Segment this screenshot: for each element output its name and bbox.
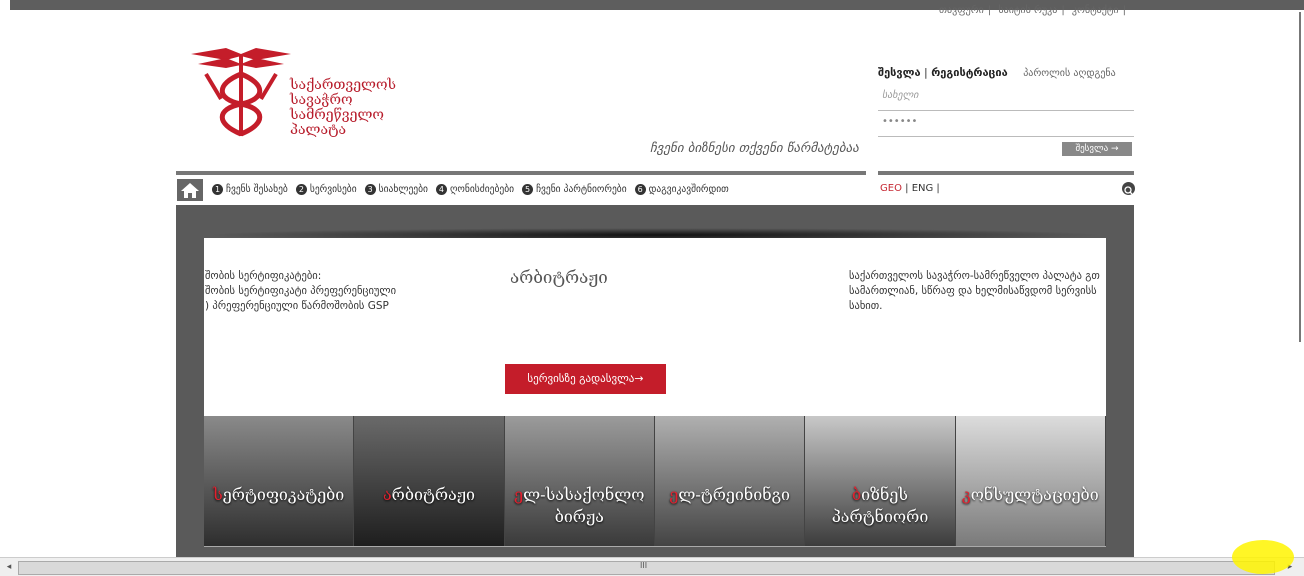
tile-label: ელ-სასაქონლო ბირჟა bbox=[514, 485, 645, 526]
logo-line-4: პალატა bbox=[290, 122, 347, 138]
vertical-scrollbar[interactable] bbox=[1299, 12, 1301, 342]
tile-business-partner[interactable]: ბიზნეს პარტნიორი bbox=[805, 416, 956, 546]
login-links: შესვლა | რეგისტრაცია პაროლის აღდგენა bbox=[878, 66, 1116, 79]
go-to-service-button[interactable]: სერვისზე გადასვლა→ bbox=[505, 364, 666, 394]
tile-label: ბიზნეს პარტნიორი bbox=[831, 485, 929, 526]
cursor-highlight bbox=[1232, 540, 1294, 574]
nav-label: სერვისები bbox=[309, 184, 357, 195]
tiles-divider bbox=[204, 546, 1106, 547]
nav-item-news[interactable]: 3 სიახლეები bbox=[364, 184, 428, 195]
slogan: ჩვენი ბიზნესი თქვენი წარმატებაა bbox=[650, 141, 859, 156]
nav-number-badge: 5 bbox=[522, 184, 534, 195]
tile-label: არბიტრაჟი bbox=[383, 485, 475, 504]
nav-number-badge: 2 bbox=[295, 184, 307, 195]
top-links: თავფური | საიტის რუკა | კონტაქტი | bbox=[935, 5, 1126, 16]
logo-text[interactable]: საქართველოს სავაჭრო სამრეწველო პალატა bbox=[290, 78, 396, 138]
slide-title: არბიტრაჟი bbox=[510, 268, 608, 288]
nav-item-events[interactable]: 4 ღონისძიებები bbox=[435, 184, 515, 195]
logo-line-3: სამრეწველო bbox=[290, 107, 384, 123]
header-divider-left bbox=[176, 171, 866, 175]
password-value: •••••• bbox=[882, 116, 918, 127]
tile-consultations[interactable]: კონსულტაციები bbox=[955, 416, 1106, 546]
home-icon bbox=[181, 183, 199, 198]
horizontal-scrollbar[interactable]: ◂ III ▸ bbox=[0, 557, 1304, 576]
nav-number-badge: 1 bbox=[212, 184, 223, 195]
top-link-sitemap[interactable]: საიტის რუკა bbox=[994, 5, 1061, 16]
nav-number-badge: 6 bbox=[634, 184, 646, 195]
search-icon[interactable] bbox=[1122, 182, 1135, 195]
top-link-home[interactable]: თავფური bbox=[935, 5, 988, 16]
username-field[interactable]: სახელი bbox=[878, 90, 1134, 111]
register-link[interactable]: რეგისტრაცია bbox=[931, 66, 1007, 79]
lang-eng[interactable]: ENG bbox=[912, 183, 934, 194]
main-nav: 1 ჩვენს შესახებ 2 სერვისები 3 სიახლეები 4 ღო… bbox=[212, 184, 734, 195]
slide-left-line: შობის სერტიფიკატები: bbox=[205, 270, 322, 282]
nav-label: ღონისძიებები bbox=[449, 184, 515, 195]
slide-left-line: შობის სერტიფიკატი პრეფერენციული bbox=[205, 285, 397, 297]
nav-item-about[interactable]: 1 ჩვენს შესახებ bbox=[212, 184, 288, 195]
home-button[interactable] bbox=[177, 179, 203, 201]
logo-emblem[interactable] bbox=[186, 44, 296, 144]
service-tiles: სერტიფიკატები არბიტრაჟი ელ-სასაქონლო ბირჟ… bbox=[204, 416, 1106, 546]
tile-label: ელ-ტრეინინგი bbox=[669, 485, 790, 504]
nav-label: ჩვენი პარტნიორები bbox=[536, 184, 627, 195]
logo-line-1: საქართველოს bbox=[290, 77, 397, 93]
nav-label: ჩვენს შესახებ bbox=[226, 184, 288, 195]
password-recover-link[interactable]: პაროლის აღდგენა bbox=[1023, 68, 1116, 79]
language-switcher: GEO | ENG | bbox=[880, 183, 940, 194]
nav-item-services[interactable]: 2 სერვისები bbox=[295, 184, 357, 195]
lang-geo[interactable]: GEO bbox=[880, 183, 902, 194]
header-divider-right bbox=[878, 171, 1134, 175]
login-link[interactable]: შესვლა bbox=[878, 66, 921, 79]
nav-number-badge: 3 bbox=[364, 184, 376, 195]
nav-item-partners[interactable]: 5 ჩვენი პარტნიორები bbox=[522, 184, 627, 195]
slide-left-text: შობის სერტიფიკატები: შობის სერტიფიკატი პ… bbox=[205, 269, 396, 314]
scrollbar-grip: III bbox=[640, 561, 648, 570]
tile-e-training[interactable]: ელ-ტრეინინგი bbox=[654, 416, 806, 546]
nav-label: დაგვიკავშირდით bbox=[648, 184, 729, 195]
scroll-left-arrow-icon[interactable]: ◂ bbox=[3, 561, 15, 573]
nav-number-badge: 4 bbox=[435, 184, 447, 195]
tile-certificates[interactable]: სერტიფიკატები bbox=[204, 416, 355, 546]
nav-label: სიახლეები bbox=[378, 184, 428, 195]
nav-item-contact[interactable]: 6 დაგვიკავშირდით bbox=[634, 184, 729, 195]
password-field[interactable]: •••••• bbox=[878, 116, 1134, 137]
slide-description: საქართველოს სავაჭრო-სამრეწველო პალატა გთ… bbox=[849, 270, 1100, 312]
tile-label: სერტიფიკატები bbox=[213, 485, 345, 504]
top-link-contact[interactable]: კონტაქტი bbox=[1068, 5, 1123, 16]
slide-left-line: ) პრეფერენციული წარმოშობის GSP bbox=[205, 300, 389, 312]
logo-line-2: სავაჭრო bbox=[290, 92, 353, 108]
login-submit-button[interactable]: შესვლა → bbox=[1062, 142, 1132, 156]
tile-commodity-exchange[interactable]: ელ-სასაქონლო ბირჟა bbox=[504, 416, 655, 546]
tile-arbitration[interactable]: არბიტრაჟი bbox=[354, 416, 505, 546]
tile-label: კონსულტაციები bbox=[961, 485, 1099, 504]
username-placeholder: სახელი bbox=[882, 90, 919, 101]
